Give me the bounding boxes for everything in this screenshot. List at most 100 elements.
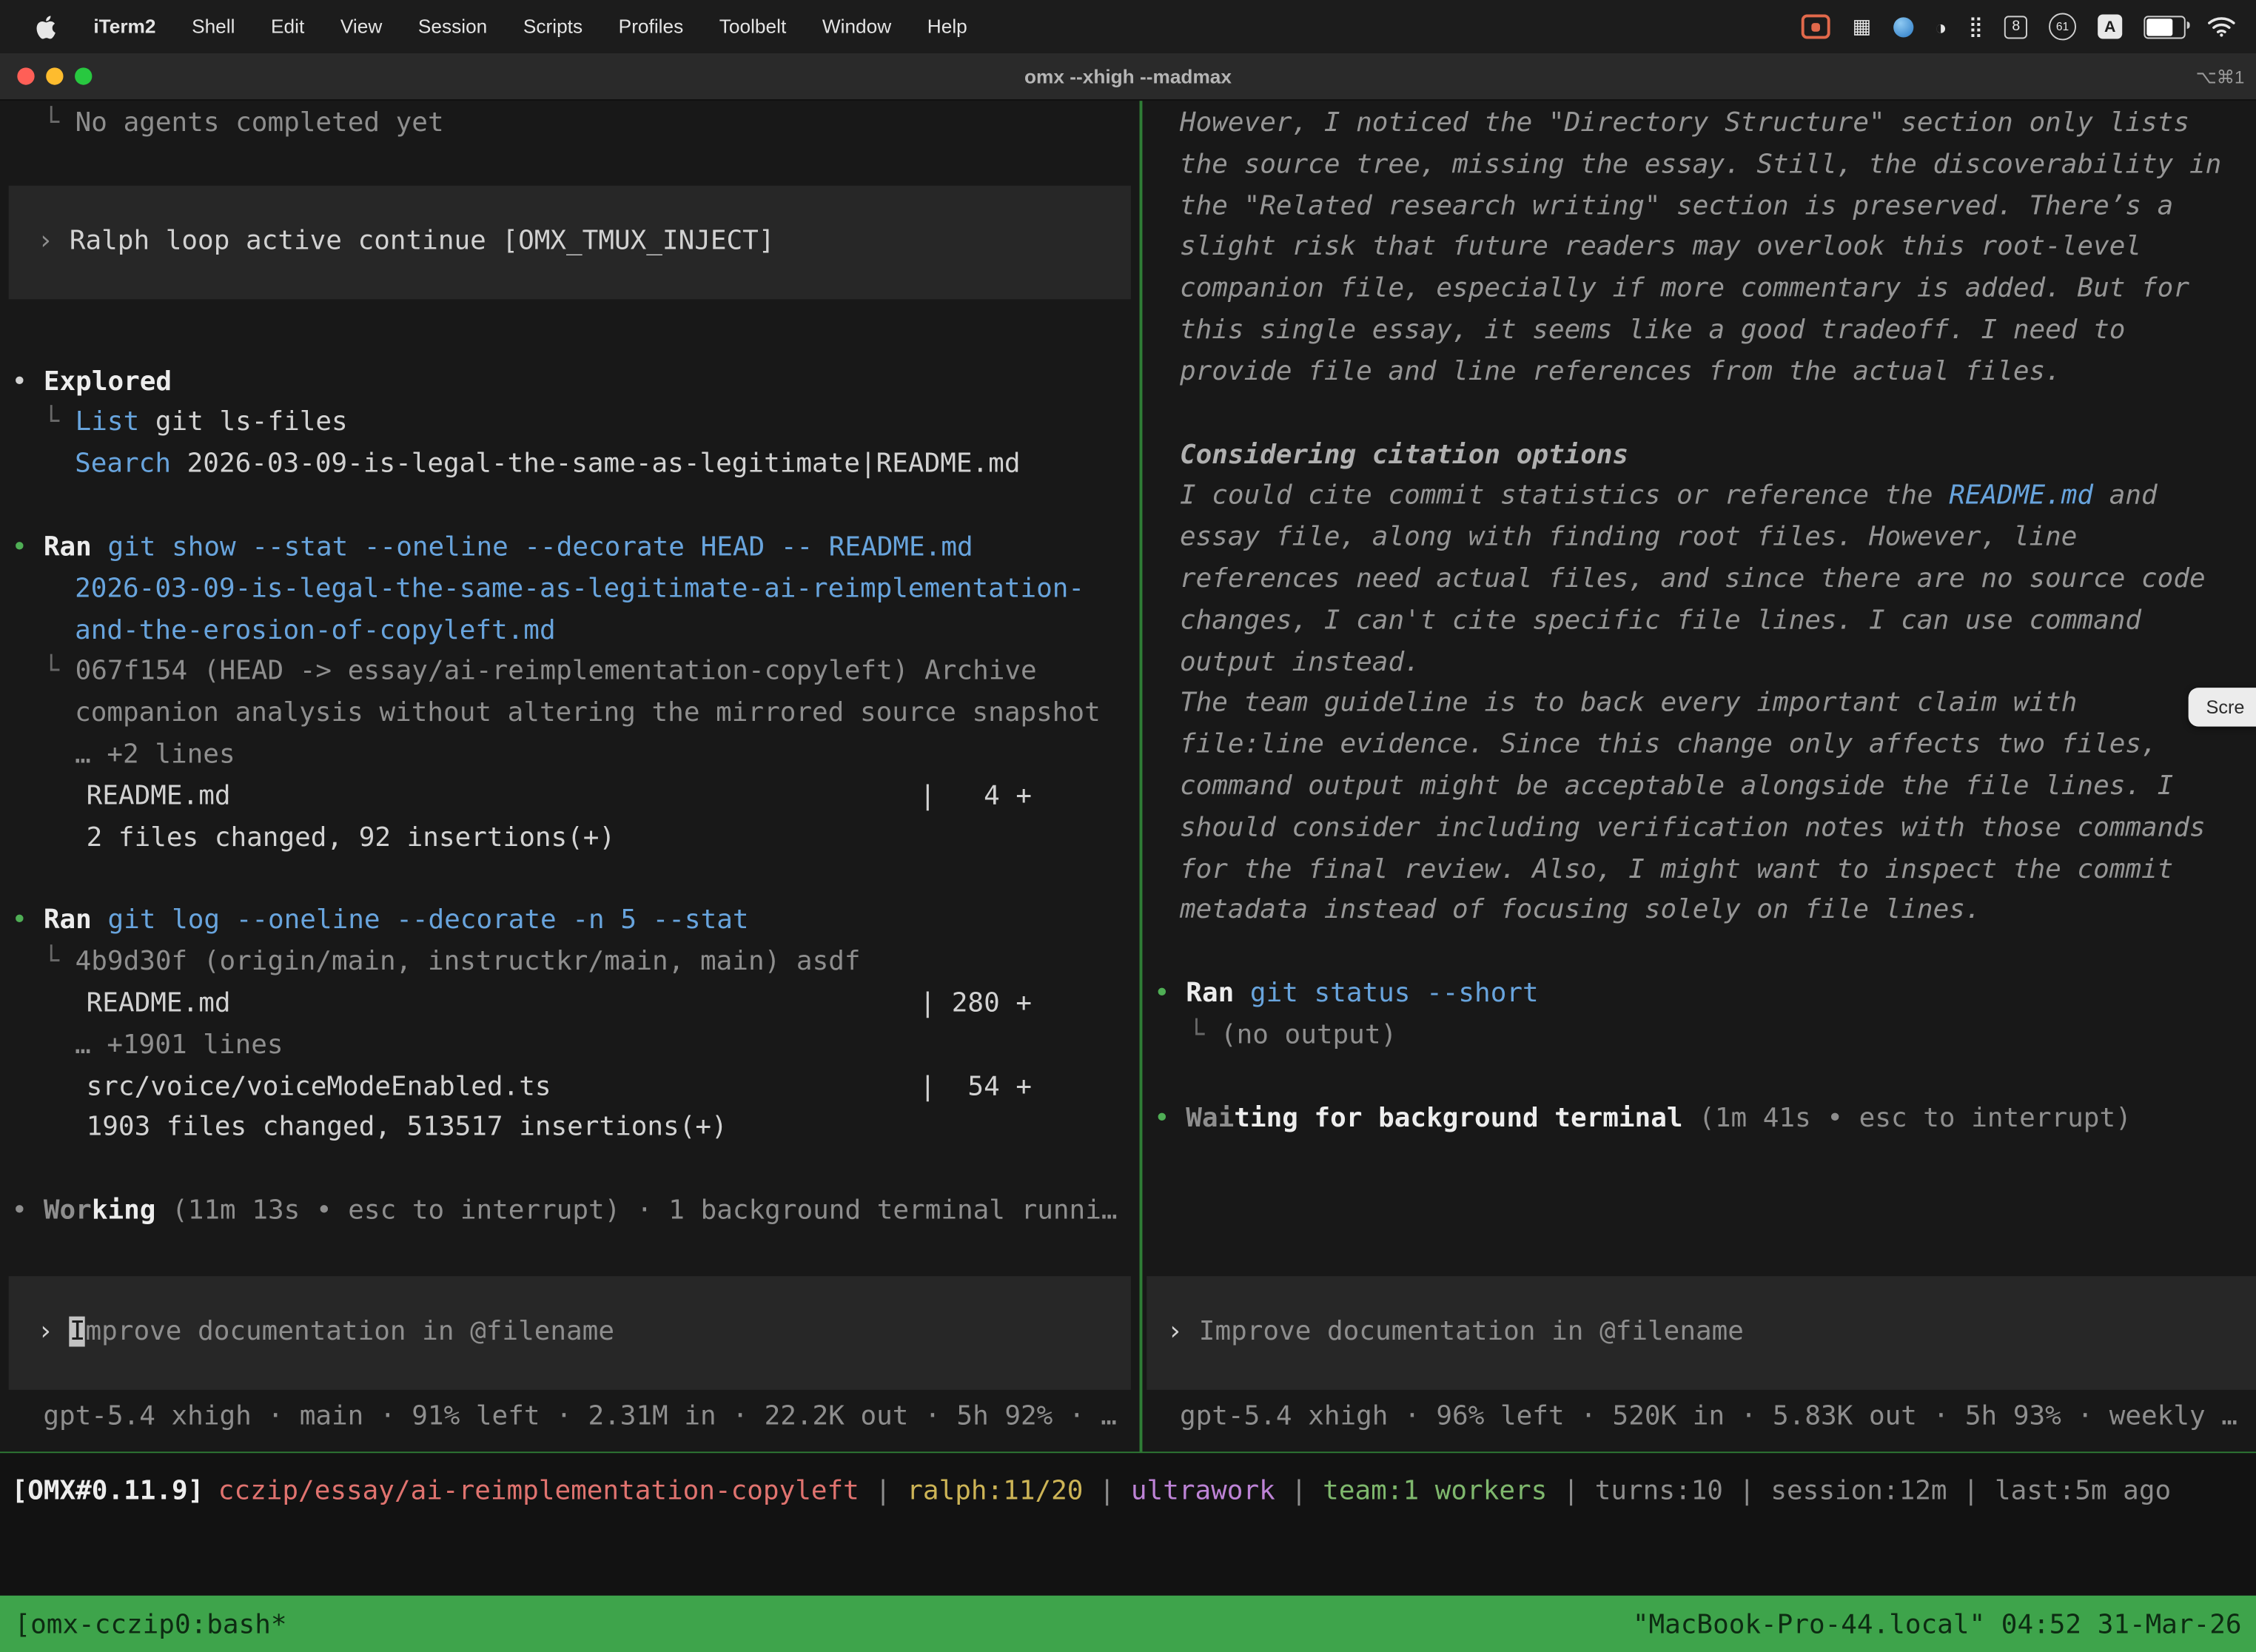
- bullet-glyph: •: [12, 366, 44, 397]
- prompt-glyph: ›: [38, 226, 70, 256]
- menu-item-iterm2[interactable]: iTerm2: [93, 16, 155, 37]
- separator: |: [1963, 1476, 1979, 1506]
- menu-item-toolbelt[interactable]: Toolbelt: [719, 16, 786, 37]
- ran-verb: Ran: [1186, 978, 1250, 1009]
- separator: |: [1099, 1476, 1115, 1506]
- keypad-icon[interactable]: 8: [2005, 15, 2027, 38]
- menu-item-window[interactable]: Window: [822, 16, 891, 37]
- ran-command-line: • Ran git log --oneline --decorate -n 5 …: [0, 901, 1140, 943]
- menu-item-session[interactable]: Session: [418, 16, 487, 37]
- menu-item-view[interactable]: View: [340, 16, 382, 37]
- omx-ralph-counter: ralph:11/20: [907, 1476, 1083, 1506]
- diffstat-summary-line: 1903 files changed, 513517 insertions(+): [0, 1108, 1140, 1149]
- dots-grid-icon[interactable]: ⣿: [1969, 14, 1984, 38]
- command-wrap-line: and-the-erosion-of-copyleft.md: [0, 611, 1140, 652]
- command-output-line: └ (no output): [1142, 1015, 2256, 1057]
- tool-verb: Search: [75, 449, 171, 480]
- composer-input[interactable]: › Improve documentation in @filename: [9, 1277, 1131, 1390]
- explored-title: Explored: [44, 366, 172, 397]
- session-status-line: gpt-5.4 xhigh · 96% left · 520K in · 5.8…: [1142, 1397, 2256, 1439]
- tool-args: 2026-03-09-is-legal-the-same-as-legitima…: [171, 449, 1020, 480]
- bullet-glyph: •: [1154, 978, 1186, 1009]
- command-text: git show --stat --oneline --decorate HEA…: [107, 532, 973, 563]
- command-text: git log --oneline --decorate -n 5 --stat: [107, 905, 748, 936]
- bullet-glyph: •: [12, 532, 44, 563]
- omx-last-activity: last:5m ago: [1995, 1476, 2171, 1506]
- diffstat-summary: 1903 files changed, 513517 insertions(+): [87, 1112, 728, 1143]
- ran-git-show-block: • Ran git show --stat --oneline --decora…: [0, 528, 1140, 859]
- more-lines-text: … +1901 lines: [75, 1030, 283, 1060]
- ran-verb: Ran: [44, 532, 108, 563]
- ran-command-line: • Ran git status --short: [1142, 974, 2256, 1015]
- wifi-icon[interactable]: [2207, 16, 2236, 37]
- bullet-glyph: •: [1154, 1103, 1186, 1133]
- diffstat-summary-line: 2 files changed, 92 insertions(+): [0, 818, 1140, 859]
- tree-branch-glyph: └: [43, 657, 75, 687]
- contrast-icon[interactable]: ◑: [1935, 15, 1947, 38]
- menu-bar-status-icons: ▦ ◑ ⣿ 8 61 A: [1802, 13, 2256, 40]
- omx-version: [OMX#0.11.9]: [12, 1476, 204, 1506]
- no-agents-text: No agents completed yet: [75, 108, 444, 138]
- left-pane: └ No agents completed yet › Ralph loop a…: [0, 101, 1140, 1451]
- screen-recording-icon[interactable]: [1802, 14, 1831, 38]
- ralph-loop-text: Ralph loop active continue [OMX_TMUX_INJ…: [70, 226, 775, 256]
- menu-item-profiles[interactable]: Profiles: [619, 16, 684, 37]
- tree-branch-glyph: └: [1189, 1020, 1221, 1050]
- window-shortcut-badge: ⌥⌘1: [2196, 65, 2245, 87]
- diffstat-line: src/voice/voiceModeEnabled.ts | 54 +: [0, 1067, 1140, 1108]
- explored-search-line: Search 2026-03-09-is-legal-the-same-as-l…: [0, 445, 1140, 486]
- working-label-bright: king: [92, 1196, 156, 1226]
- tool-args: git ls-files: [139, 408, 347, 438]
- no-agents-line: └ No agents completed yet: [0, 104, 1140, 145]
- battery-icon[interactable]: [2143, 15, 2185, 38]
- tool-verb: List: [75, 408, 140, 438]
- tmux-host-clock: "MacBook-Pro-44.local" 04:52 31-Mar-26: [1633, 1609, 2242, 1639]
- menu-item-shell[interactable]: Shell: [192, 16, 235, 37]
- recording-dot: [1812, 22, 1821, 31]
- explored-title-line: • Explored: [0, 362, 1140, 403]
- menu-bar-menus: iTerm2 Shell Edit View Session Scripts P…: [0, 15, 967, 38]
- screen: iTerm2 Shell Edit View Session Scripts P…: [0, 0, 2256, 1652]
- tmux-session-window[interactable]: [omx-cczip0:bash*: [14, 1609, 286, 1639]
- text-cursor: I: [70, 1317, 86, 1347]
- session-status-line: gpt-5.4 xhigh · main · 91% left · 2.31M …: [0, 1397, 1140, 1439]
- window-title: omx --xhigh --madmax: [0, 65, 2256, 87]
- output-text: (no output): [1221, 1020, 1397, 1050]
- working-status-line: • Working (11m 13s • esc to interrupt) ·…: [0, 1192, 1140, 1233]
- menu-item-help[interactable]: Help: [927, 16, 967, 37]
- composer-input[interactable]: › Improve documentation in @filename: [1147, 1277, 2256, 1390]
- waiting-label-dim: Wai: [1186, 1103, 1234, 1133]
- window-tiles-icon[interactable]: ▦: [1853, 14, 1872, 38]
- blue-app-icon[interactable]: [1893, 16, 1913, 36]
- screen-share-popover[interactable]: Scre: [2189, 688, 2256, 726]
- more-lines-indicator: … +1901 lines: [0, 1026, 1140, 1067]
- apple-menu[interactable]: [35, 15, 58, 38]
- right-composer-area: › Improve documentation in @filename gpt…: [1142, 1277, 2256, 1451]
- composer-text: mprove documentation in @filename: [86, 1317, 614, 1347]
- readme-link[interactable]: README.md: [1949, 481, 2093, 511]
- separator: |: [1291, 1476, 1307, 1506]
- right-pane: However, I noticed the "Directory Struct…: [1142, 101, 2256, 1451]
- separator: |: [875, 1476, 891, 1506]
- separator: |: [1563, 1476, 1579, 1506]
- menu-item-scripts[interactable]: Scripts: [523, 16, 583, 37]
- paragraph-text: I could cite commit statistics or refere…: [1180, 481, 1949, 511]
- ran-git-status-block: • Ran git status --short └ (no output): [1142, 974, 2256, 1057]
- ralph-loop-banner: › Ralph loop active continue [OMX_TMUX_I…: [9, 185, 1131, 298]
- diffstat-summary: 2 files changed, 92 insertions(+): [87, 822, 615, 853]
- waiting-label-bright: ting for background terminal: [1234, 1103, 1682, 1133]
- menu-item-edit[interactable]: Edit: [271, 16, 304, 37]
- output-text: 067f154 (HEAD -> essay/ai-reimplementati…: [75, 657, 1037, 687]
- command-output-line: └ 067f154 (HEAD -> essay/ai-reimplementa…: [0, 652, 1140, 694]
- ran-git-log-block: • Ran git log --oneline --decorate -n 5 …: [0, 901, 1140, 1150]
- input-source-icon[interactable]: A: [2098, 14, 2122, 38]
- thinking-paragraph: I could cite commit statistics or refere…: [1142, 477, 2256, 684]
- gauge-icon[interactable]: 61: [2049, 13, 2076, 40]
- ran-command-line: • Ran git show --stat --oneline --decora…: [0, 528, 1140, 569]
- separator: |: [1739, 1476, 1755, 1506]
- macos-menu-bar: iTerm2 Shell Edit View Session Scripts P…: [0, 0, 2256, 53]
- bullet-glyph: •: [12, 1196, 44, 1226]
- thinking-paragraph: However, I noticed the "Directory Struct…: [1142, 104, 2256, 394]
- explored-block: • Explored └ List git ls-files Search 20…: [0, 362, 1140, 486]
- tree-branch-glyph: └: [43, 947, 75, 977]
